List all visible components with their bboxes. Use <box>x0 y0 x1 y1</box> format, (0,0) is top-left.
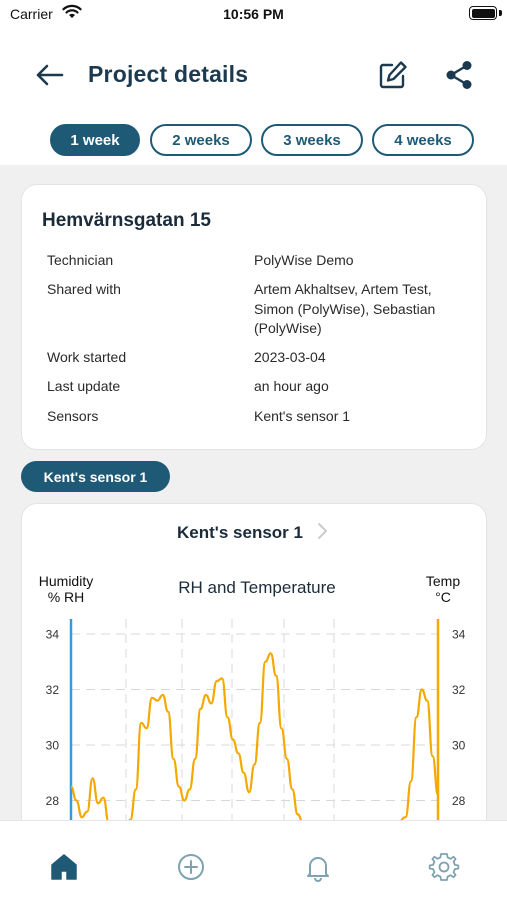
tab-1-week[interactable]: 1 week <box>50 124 140 156</box>
status-bar: Carrier 10:56 PM <box>0 0 507 30</box>
battery-icon <box>469 6 497 20</box>
share-icon[interactable] <box>442 58 476 92</box>
humidity-tick-label-3: 30 <box>46 739 60 753</box>
sensor-pill[interactable]: Kent's sensor 1 <box>21 461 170 492</box>
project-name: Hemvärnsgatan 15 <box>42 210 211 231</box>
home-icon[interactable] <box>48 851 80 883</box>
sensors-value: Kent's sensor 1 <box>254 408 351 424</box>
tab-4-weeks[interactable]: 4 weeks <box>372 124 474 156</box>
humidity-tick-label-2: 32 <box>46 683 60 697</box>
gear-icon[interactable] <box>428 851 460 883</box>
tab-2-weeks[interactable]: 2 weeks <box>150 124 252 156</box>
humidity-tick-label-1: 34 <box>46 628 60 642</box>
temperature-tick-label-4: 28 <box>452 794 466 808</box>
work-started-label: Work started <box>47 349 127 365</box>
work-started-value: 2023-03-04 <box>254 349 326 365</box>
sensors-label: Sensors <box>47 408 99 424</box>
app-header: Project details <box>0 52 507 98</box>
project-info-card: Hemvärnsgatan 15 Technician PolyWise Dem… <box>21 184 487 450</box>
page-title: Project details <box>88 61 249 87</box>
temperature-tick-label-3: 30 <box>452 739 466 753</box>
rh-temperature-chart: 34 32 30 28 34 32 30 28 <box>46 619 466 820</box>
technician-label: Technician <box>47 252 114 268</box>
tab-3-weeks[interactable]: 3 weeks <box>261 124 363 156</box>
bell-icon[interactable] <box>302 851 334 883</box>
shared-with-label: Shared with <box>47 281 121 297</box>
sensor-chart-card: Kent's sensor 1 Humidity% RH RH and Temp… <box>21 503 487 820</box>
arrow-left-icon[interactable] <box>32 60 66 90</box>
last-update-value: an hour ago <box>254 378 329 394</box>
temperature-series-line-1 <box>71 652 438 820</box>
temperature-tick-label-1: 34 <box>452 628 466 642</box>
status-time: 10:56 PM <box>223 6 284 22</box>
battery-tip <box>499 10 502 16</box>
content-area[interactable]: Hemvärnsgatan 15 Technician PolyWise Dem… <box>0 165 507 820</box>
bottom-nav <box>0 820 507 900</box>
temperature-tick-label-2: 32 <box>452 683 466 697</box>
pencil-edit-icon[interactable] <box>376 58 410 92</box>
humidity-tick-label-4: 28 <box>46 794 60 808</box>
shared-with-value: Artem Akhaltsev, Artem Test, Simon (Poly… <box>254 281 436 336</box>
technician-value: PolyWise Demo <box>254 252 354 268</box>
last-update-label: Last update <box>47 378 121 394</box>
plus-circle-icon[interactable] <box>175 851 207 883</box>
week-tabs: 1 week 2 weeks 3 weeks 4 weeks <box>0 124 507 156</box>
